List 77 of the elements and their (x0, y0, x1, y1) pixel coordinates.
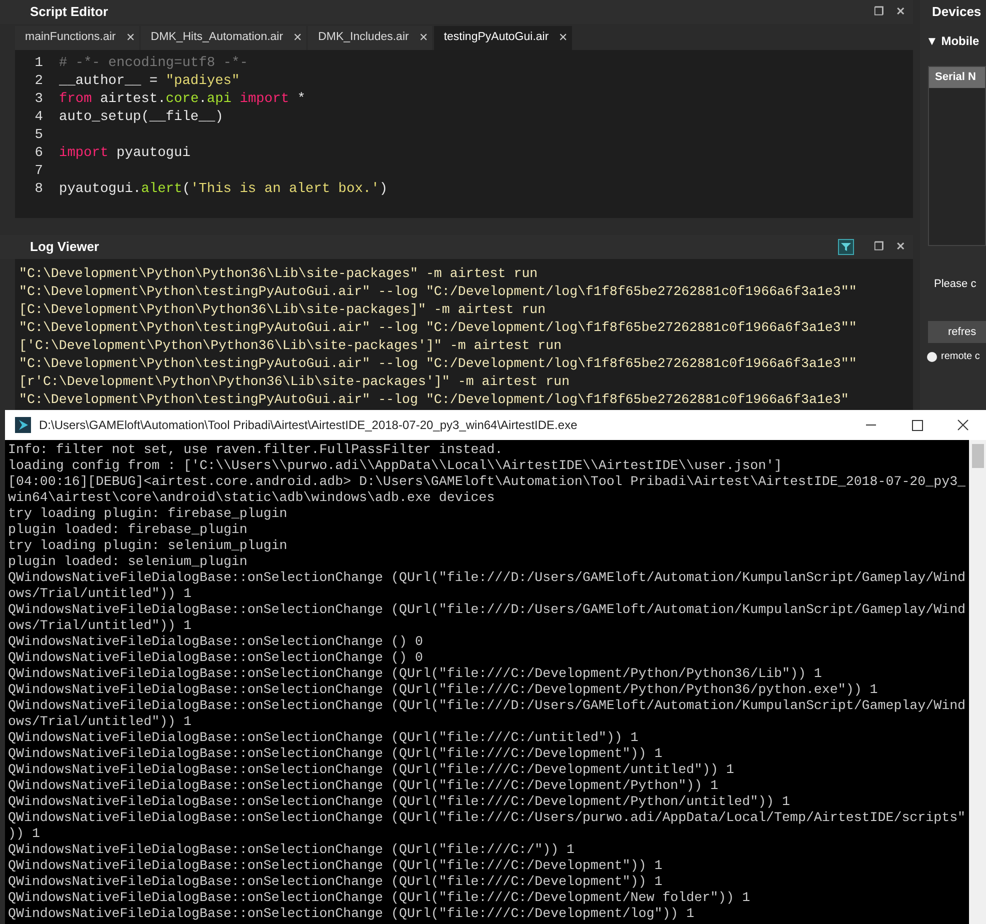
editor-tab[interactable]: mainFunctions.air ✕ (15, 26, 139, 50)
editor-tab[interactable]: testingPyAutoGui.air ✕ (434, 26, 572, 50)
log-line: "C:\Development\Python\testingPyAutoGui.air" --log "C:/Development/log\f1f8f65be27262881c0f1966a6f3a1e3" (19, 391, 850, 409)
code-line: __author__ = "padiyes" (59, 73, 240, 91)
console-line: QWindowsNativeFileDialogBase::onSelectionChange (QUrl("file:///C:/Development")) 1 (8, 746, 664, 762)
line-number: 7 (34, 163, 44, 181)
console-line: QWindowsNativeFileDialogBase::onSelectionChange (QUrl("file:///C:/Development")) 1 (8, 874, 664, 890)
console-line: ows/Trial/untitled")) 1 (8, 714, 193, 730)
status-message: Please c (933, 277, 978, 292)
line-number: 6 (34, 145, 44, 163)
app-icon (15, 417, 31, 433)
console-line: QWindowsNativeFileDialogBase::onSelectionChange (QUrl("file:///D:/Users/GAMEloft/Automation/KumpulanScript/Gameplay/Wind (8, 698, 967, 714)
radio-button[interactable] (927, 352, 937, 362)
console-line: ows/Trial/untitled")) 1 (8, 618, 193, 634)
code-line: auto_setup(__file__) (59, 109, 224, 127)
line-number: 8 (34, 181, 44, 199)
restore-icon[interactable]: ❐ (874, 242, 884, 252)
close-icon[interactable]: ✕ (896, 6, 905, 18)
console-line: QWindowsNativeFileDialogBase::onSelectionChange (QUrl("file:///C:/Development")) 1 (8, 858, 664, 874)
line-number: 3 (34, 91, 44, 109)
close-icon[interactable]: ✕ (896, 242, 905, 252)
editor-tab[interactable]: DMK_Includes.air ✕ (308, 26, 432, 50)
console-line: QWindowsNativeFileDialogBase::onSelectionChange (QUrl("file:///D:/Users/GAMEloft/Automation/KumpulanScript/Gameplay/Wind (8, 570, 967, 586)
window-title: D:\Users\GAMEloft\Automation\Tool Pribadi\Airtest\AirtestIDE_2018-07-20_py3_win64\AirtestIDE.exe (39, 417, 578, 434)
line-number: 5 (34, 127, 44, 145)
console-line: QWindowsNativeFileDialogBase::onSelectionChange (QUrl("file:///C:/Development/New folder")) 1 (8, 890, 752, 906)
console-line: QWindowsNativeFileDialogBase::onSelectionChange () 0 (8, 634, 424, 650)
log-line: "C:\Development\Python\Python36\Lib\site-packages" -m airtest run (19, 265, 539, 283)
log-line: [r'C:\Development\Python\Python36\Lib\site-packages']" -m airtest run (19, 373, 571, 391)
filter-icon[interactable] (838, 239, 854, 255)
line-number: 4 (34, 109, 44, 127)
console-line: loading config from : ['C:\\Users\\purwo.adi\\AppData\\Local\\AirtestIDE\\AirtestIDE\\user.json'] (8, 458, 784, 474)
console-line: QWindowsNativeFileDialogBase::onSelectionChange (QUrl("file:///C:/Development/Python/Python36/python.exe")) 1 (8, 682, 879, 698)
option-label: remote c (941, 350, 980, 364)
console-line: QWindowsNativeFileDialogBase::onSelectionChange (QUrl("file:///C:/Development/Python")) 1 (8, 778, 720, 794)
console-line: QWindowsNativeFileDialogBase::onSelectionChange (QUrl("file:///C:/untitled")) 1 (8, 730, 640, 746)
line-number: 1 (34, 55, 44, 73)
console-line: QWindowsNativeFileDialogBase::onSelectionChange (QUrl("file:///C:/Development/Python/untitled")) 1 (8, 794, 791, 810)
console-line: QWindowsNativeFileDialogBase::onSelectionChange (QUrl("file:///D:/Users/GAMEloft/Automation/KumpulanScript/Gameplay/Wind (8, 602, 967, 618)
close-icon[interactable]: ✕ (418, 30, 428, 46)
console-line: )) 1 (8, 826, 41, 842)
console-line: Info: filter not set, use raven.filter.FullPassFilter instead. (8, 442, 504, 458)
log-line: ['C:\Development\Python\Python36\Lib\site-packages']" -m airtest run (19, 337, 563, 355)
log-line: "C:\Development\Python\testingPyAutoGui.air" --log "C:/Development/log\f1f8f65be27262881c0f1966a6f3a1e3"" (19, 319, 858, 337)
console-line: QWindowsNativeFileDialogBase::onSelectionChange (QUrl("file:///C:/Development/log")) 1 (8, 906, 696, 922)
restore-icon[interactable]: ❐ (874, 6, 884, 18)
console-line: QWindowsNativeFileDialogBase::onSelectionChange (QUrl("file:///C:/")) 1 (8, 842, 576, 858)
close-icon[interactable]: ✕ (293, 30, 302, 46)
close-icon[interactable]: ✕ (126, 30, 135, 46)
log-line: "C:\Development\Python\testingPyAutoGui.air" --log "C:/Development/log\f1f8f65be27262881c0f1966a6f3a1e3"" (19, 355, 858, 373)
panel-title: Script Editor (30, 3, 110, 22)
panel-title: Log Viewer (30, 238, 100, 256)
line-number: 2 (34, 73, 44, 91)
console-line: QWindowsNativeFileDialogBase::onSelectionChange () 0 (8, 650, 424, 666)
column-header: Serial N (929, 67, 985, 88)
panel-title: Devices (931, 3, 982, 22)
code-line: pyautogui.alert('This is an alert box.') (59, 181, 388, 199)
console-line: plugin loaded: selenium_plugin (8, 554, 248, 570)
code-line: # -*- encoding=utf8 -*- (59, 55, 248, 73)
console-line: plugin loaded: firebase_plugin (8, 522, 248, 538)
console-line: QWindowsNativeFileDialogBase::onSelectionChange (QUrl("file:///C:/Users/purwo.adi/AppData/Local/Temp/AirtestIDE/scripts" (8, 810, 967, 826)
console-line: win64\airtest\core\android\static\adb\windows\adb.exe devices (8, 490, 496, 506)
console-line: ows/Trial/untitled")) 1 (8, 586, 193, 602)
scrollbar[interactable] (969, 440, 986, 924)
code-line: import pyautogui (59, 145, 190, 163)
log-line: "C:\Development\Python\testingPyAutoGui.air" --log "C:/Development/log\f1f8f65be27262881c0f1966a6f3a1e3"" (19, 283, 858, 301)
section-header[interactable]: ▼ Mobile (920, 24, 986, 50)
console-line: try loading plugin: firebase_plugin (8, 506, 288, 522)
console-line: try loading plugin: selenium_plugin (8, 538, 288, 554)
editor-tab[interactable]: DMK_Hits_Automation.air ✕ (140, 26, 306, 50)
log-line: [C:\Development\Python\Python36\Lib\site-packages]" -m airtest run (19, 301, 547, 319)
console-line: QWindowsNativeFileDialogBase::onSelectionChange (QUrl("file:///C:/Development/Python/Python36/Lib")) 1 (8, 666, 823, 682)
refresh-button[interactable]: refres (928, 320, 986, 343)
console-line: [04:00:16][DEBUG]<airtest.core.android.adb> D:\Users\GAMEloft\Automation\Tool Pribadi\Airtest\AirtestIDE_2018-07-20_py3_ (8, 474, 967, 490)
code-line: from airtest.core.api import * (59, 91, 306, 109)
console-line: QWindowsNativeFileDialogBase::onSelectionChange (QUrl("file:///C:/Development/untitled")) 1 (8, 762, 736, 778)
close-icon[interactable]: ✕ (558, 30, 568, 46)
